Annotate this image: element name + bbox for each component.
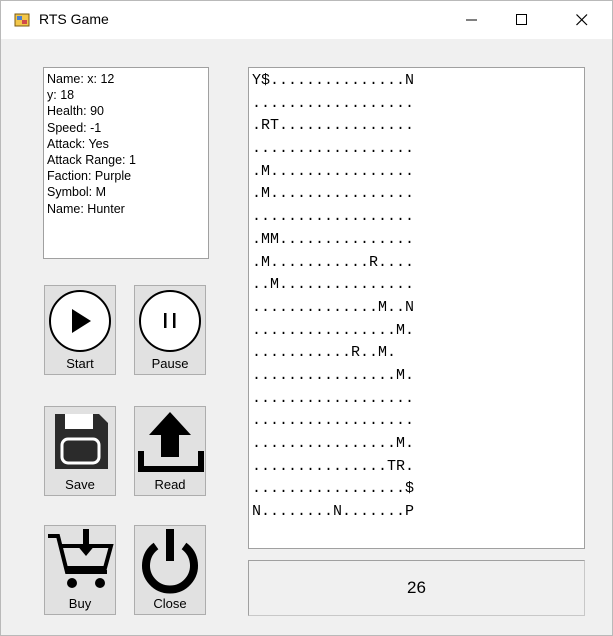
read-label: Read: [154, 477, 186, 492]
unit-info-textbox[interactable]: Name: x: 12 y: 18 Health: 90 Speed: -1 A…: [43, 67, 209, 259]
map-row: .RT...............: [252, 117, 415, 135]
power-icon: [142, 529, 198, 594]
info-line: Attack Range: 1: [47, 153, 136, 168]
map-row: .M...........R....: [252, 253, 415, 271]
map-row: ...........R..M.: [252, 344, 397, 362]
map-row: .M................: [252, 185, 415, 203]
map-row: ..................: [252, 140, 415, 158]
map-row: .M................: [252, 162, 415, 180]
info-line: Speed: -1: [47, 120, 102, 135]
close-button[interactable]: Close: [134, 525, 206, 615]
window-title: RTS Game: [39, 11, 109, 27]
app-window: RTS Game Name: x: 12 y: 18 Health: 90 Sp…: [0, 0, 613, 636]
start-button[interactable]: Start: [44, 285, 116, 375]
game-map-textbox[interactable]: Y$...............N .................. .R…: [248, 67, 585, 549]
read-button[interactable]: Read: [134, 406, 206, 496]
pause-icon: [139, 290, 201, 352]
round-counter-value: 26: [407, 578, 426, 597]
map-row: N........N.......P: [252, 503, 415, 521]
map-row: ..................: [252, 208, 415, 226]
buy-label: Buy: [68, 596, 92, 611]
upload-icon: [138, 412, 204, 472]
info-line: y: 18: [47, 88, 75, 103]
info-line: Attack: Yes: [47, 136, 109, 151]
map-row: ................M.: [252, 366, 415, 384]
maximize-button[interactable]: [499, 1, 545, 39]
map-row: ................M.: [252, 435, 415, 452]
info-line: Health: 90: [47, 104, 104, 119]
info-line: Name: x: 12: [47, 72, 115, 86]
map-row: ...............TR.: [252, 457, 415, 475]
map-row: ..............M..N: [252, 298, 415, 316]
play-icon: [49, 290, 111, 352]
title-bar: RTS Game: [1, 1, 612, 39]
map-row: Y$...............N: [252, 72, 415, 89]
floppy-disk-icon: [55, 414, 108, 469]
map-row: ..................: [252, 412, 415, 430]
pause-button[interactable]: Pause: [134, 285, 206, 375]
round-counter-label: 26: [248, 560, 585, 616]
save-button[interactable]: Save: [44, 406, 116, 496]
minimize-button[interactable]: [449, 1, 495, 39]
close-label: Close: [153, 596, 187, 611]
pause-label: Pause: [151, 356, 189, 371]
close-window-button[interactable]: [559, 1, 605, 39]
save-label: Save: [65, 477, 95, 492]
app-icon: [14, 13, 30, 27]
map-row: .................$: [252, 480, 415, 498]
maximize-icon: [516, 14, 527, 25]
minimize-icon: [466, 19, 477, 21]
map-row: .MM...............: [252, 230, 415, 248]
info-line: Name: Hunter: [47, 201, 125, 216]
info-line: Faction: Purple: [47, 169, 132, 184]
map-row: ..M...............: [252, 276, 415, 294]
map-row: ..................: [252, 389, 415, 407]
info-line: Symbol: M: [47, 185, 107, 200]
start-label: Start: [66, 356, 94, 371]
map-row: ................M.: [252, 321, 415, 339]
shopping-cart-icon: [48, 529, 114, 588]
map-row: ..................: [252, 94, 415, 112]
buy-button[interactable]: Buy: [44, 525, 116, 615]
close-icon: [576, 14, 588, 26]
